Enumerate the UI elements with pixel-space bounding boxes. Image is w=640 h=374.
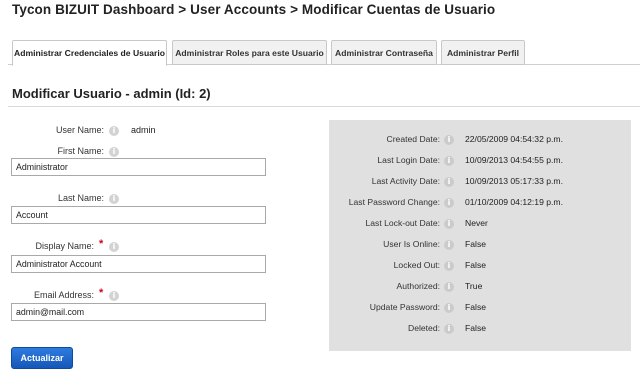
detail-label: Last Lock-out Date: <box>365 218 440 228</box>
detail-label: User Is Online: <box>383 239 440 249</box>
detail-value: True <box>465 281 483 291</box>
info-icon: i <box>444 156 454 166</box>
detail-row-last-lockout: Last Lock-out Date: i Never <box>329 218 631 238</box>
detail-value: Never <box>465 218 488 228</box>
detail-row-online: User Is Online: i False <box>329 239 631 259</box>
tab-roles[interactable]: Administrar Roles para este Usuario <box>172 40 327 65</box>
detail-row-created: Created Date: i 22/05/2009 04:54:32 p.m. <box>329 134 631 154</box>
info-icon: i <box>109 147 119 157</box>
info-icon: i <box>444 198 454 208</box>
tab-perfil[interactable]: Administrar Perfil <box>441 40 525 65</box>
detail-label: Last Activity Date: <box>371 176 440 186</box>
detail-value: False <box>465 323 487 333</box>
info-icon: i <box>109 194 119 204</box>
actualizar-button[interactable]: Actualizar <box>11 347 73 369</box>
info-icon: i <box>444 261 454 271</box>
required-marker: * <box>99 238 104 250</box>
page-title: Modificar Usuario - admin (Id: 2) <box>12 86 211 101</box>
required-marker: * <box>99 287 104 299</box>
detail-row-last-login: Last Login Date: i 10/09/2013 04:54:55 p… <box>329 155 631 175</box>
detail-value: False <box>465 260 487 270</box>
detail-label: Deleted: <box>407 323 440 333</box>
info-icon: i <box>444 219 454 229</box>
detail-label: Last Login Date: <box>377 155 440 165</box>
info-icon: i <box>444 282 454 292</box>
email-label: Email Address: <box>33 290 94 300</box>
detail-row-last-password-change: Last Password Change: i 01/10/2009 04:12… <box>329 197 631 217</box>
info-icon: i <box>444 324 454 334</box>
info-icon: i <box>109 126 119 136</box>
displayname-field[interactable] <box>11 255 266 273</box>
firstname-label: First Name: <box>57 146 104 156</box>
info-icon: i <box>444 177 454 187</box>
info-icon: i <box>109 291 119 301</box>
lastname-label: Last Name: <box>57 193 104 203</box>
account-details-panel: Created Date: i 22/05/2009 04:54:32 p.m.… <box>329 120 631 351</box>
detail-value: 01/10/2009 04:12:19 p.m. <box>465 197 563 207</box>
detail-value: 10/09/2013 05:17:33 p.m. <box>465 176 563 186</box>
breadcrumb: Tycon BIZUIT Dashboard > User Accounts >… <box>12 2 496 17</box>
detail-row-update-password: Update Password: i False <box>329 302 631 322</box>
tab-contrasena[interactable]: Administrar Contraseña <box>331 40 437 65</box>
info-icon: i <box>109 242 119 252</box>
info-icon: i <box>444 303 454 313</box>
detail-row-last-activity: Last Activity Date: i 10/09/2013 05:17:3… <box>329 176 631 196</box>
username-value: admin <box>131 125 156 135</box>
email-field[interactable] <box>11 303 266 321</box>
detail-row-authorized: Authorized: i True <box>329 281 631 301</box>
section-divider <box>8 106 640 107</box>
tab-credenciales[interactable]: Administrar Credenciales de Usuario <box>12 40 167 66</box>
detail-value: 10/09/2013 04:54:55 p.m. <box>465 155 563 165</box>
detail-label: Created Date: <box>386 134 440 144</box>
detail-label: Authorized: <box>396 281 440 291</box>
displayname-label: Display Name: <box>35 241 94 251</box>
detail-label: Update Password: <box>369 302 440 312</box>
detail-value: 22/05/2009 04:54:32 p.m. <box>465 134 563 144</box>
info-icon: i <box>444 135 454 145</box>
detail-row-locked-out: Locked Out: i False <box>329 260 631 280</box>
firstname-field[interactable] <box>11 158 266 176</box>
info-icon: i <box>444 240 454 250</box>
detail-row-deleted: Deleted: i False <box>329 323 631 343</box>
lastname-field[interactable] <box>11 206 266 224</box>
detail-label: Last Password Change: <box>348 197 440 207</box>
username-label: User Name: <box>55 125 104 135</box>
detail-value: False <box>465 239 487 249</box>
detail-value: False <box>465 302 487 312</box>
detail-label: Locked Out: <box>393 260 440 270</box>
